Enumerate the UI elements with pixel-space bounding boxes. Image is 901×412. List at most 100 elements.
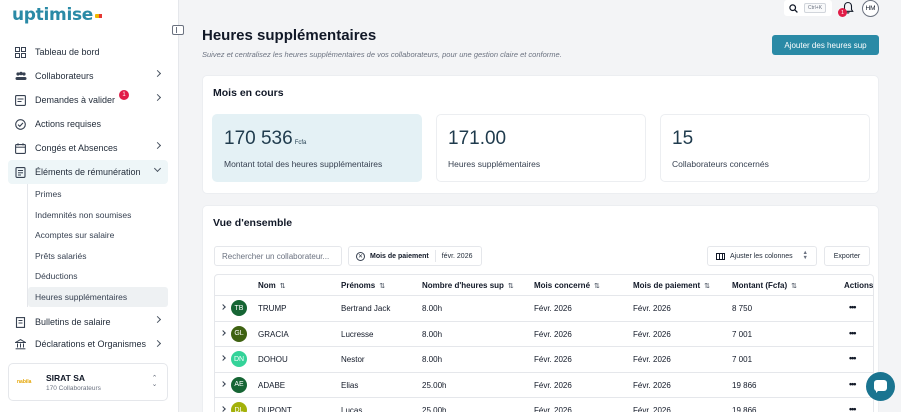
sidebar-item-label: Collaborateurs [35,71,94,81]
sidebar-nav: Tableau de bord Collaborateurs Demandes … [8,40,168,354]
column-header-prenoms[interactable]: Prénoms ⇅ [341,281,385,290]
expand-row-icon[interactable] [220,355,226,362]
cell-montant: 19 866 [732,406,757,412]
kpi-amount: 170 536 [224,128,293,149]
row-actions-menu-icon[interactable]: ••• [849,353,857,363]
expand-row-icon[interactable] [220,304,226,310]
chevron-right-icon [153,315,162,324]
submenu-item-acomptes[interactable]: Acomptes sur salaire [28,225,168,246]
sidebar-collapse-icon[interactable] [172,25,184,35]
column-header-actions: Actions [844,281,874,290]
submenu-item-indemnites[interactable]: Indemnités non soumises [28,205,168,226]
kpi-total-amount: 170 536 Fcfa Montant total des heures sup… [212,114,422,182]
cell-montant: 7 001 [732,329,753,339]
overview-card: Vue d'ensemble ✕ Mois de paiement févr. … [202,205,879,412]
table-row[interactable]: TB TRUMP Bertrand Jack 8.00h Févr. 2026 Févr.… [214,296,874,322]
company-name: SIRAT SA [46,373,86,383]
submenu-item-primes[interactable]: Primes [28,184,168,205]
cell-heures: 8.00h [422,355,443,365]
chevron-up-down-icon: ▲ ▼ [802,250,808,261]
kpi-label: Montant total des heures supplémentaires [224,159,383,169]
sidebar-item-demandes[interactable]: Demandes à valider 1 [8,88,168,112]
kpi-employees: 15 Collaborateurs concernés [660,114,870,182]
cell-nom: GRACIA [258,329,289,339]
app-logo[interactable]: uptimise [12,5,103,25]
overtime-table: Nom ⇅ Prénoms ⇅ Nombre d'heures sup ⇅ Mois … [214,274,874,412]
cell-mois: Févr. 2026 [534,380,572,390]
table-row[interactable]: GL GRACIA Lucresse 8.00h Févr. 2026 Févr. 202… [214,321,874,348]
payment-month-filter[interactable]: ✕ Mois de paiement févr. 2026 [348,246,482,266]
sidebar-item-label: Actions requises [35,119,102,129]
avatar: DL [231,402,247,412]
cell-paiement: Févr. 2026 [633,406,671,412]
column-header-mois[interactable]: Mois concerné ⇅ [534,281,600,290]
sidebar-item-label: Bulletins de salaire [35,317,111,327]
sidebar-item-dashboard[interactable]: Tableau de bord [8,40,168,64]
cell-mois: Févr. 2026 [534,406,572,412]
cell-heures: 8.00h [422,304,443,313]
chevron-right-icon [153,339,162,348]
bank-icon [14,338,27,351]
table-row[interactable]: DL DUPONT Lucas 25.00h Févr. 2026 Févr. 2026 1… [214,398,874,412]
chevron-right-icon [153,69,162,78]
submenu-item-deductions[interactable]: Déductions [28,266,168,287]
filter-value: févr. 2026 [441,252,473,260]
column-label: Mois concerné [534,281,591,290]
sidebar-item-conges[interactable]: Congés et Absences [8,136,168,160]
chat-support-button[interactable] [866,372,895,401]
clear-filter-icon[interactable]: ✕ [356,251,365,261]
user-avatar[interactable]: HM [862,0,879,17]
row-actions-menu-icon[interactable]: ••• [849,404,857,412]
sort-icon: ⇅ [594,283,600,290]
row-actions-menu-icon[interactable]: ••• [849,302,857,312]
cell-nom: DUPONT [258,406,292,412]
adjust-columns-label: Ajuster les colonnes [730,252,793,260]
expand-row-icon[interactable] [220,329,226,336]
table-header: Nom ⇅ Prénoms ⇅ Nombre d'heures sup ⇅ Mois … [214,274,874,296]
chat-icon [874,380,887,393]
cell-mois: Févr. 2026 [534,329,572,339]
company-switcher[interactable]: nabila SIRAT SA 170 Collaborateurs ⌃ ⌄ [8,363,168,401]
sidebar-item-label: Tableau de bord [35,47,100,57]
kpi-unit: Fcfa [294,140,307,146]
adjust-columns-button[interactable]: Ajuster les colonnes ▲ ▼ [707,246,817,266]
sidebar-item-label: Déclarations et Organismes [35,339,147,349]
column-header-montant[interactable]: Montant (Fcfa) ⇅ [732,281,797,290]
overview-title: Vue d'ensemble [213,217,293,229]
sidebar: uptimise Tableau de bord Collaborateurs … [0,0,179,412]
sidebar-item-label: Éléments de rémunération [35,167,141,177]
kpi-label: Collaborateurs concernés [672,159,769,169]
export-button[interactable]: Exporter [824,246,870,266]
table-row[interactable]: DN DOHOU Nestor 8.00h Févr. 2026 Févr. 2026 7 … [214,347,874,373]
expand-row-icon[interactable] [220,380,226,387]
sidebar-item-actions[interactable]: Actions requises [8,112,168,136]
sidebar-item-remuneration[interactable]: Éléments de rémunération [8,160,168,184]
search-icon [789,3,798,13]
sidebar-item-collaborateurs[interactable]: Collaborateurs [8,64,168,88]
row-actions-menu-icon[interactable]: ••• [849,379,857,389]
collaborator-search-input[interactable] [214,246,342,266]
cell-paiement: Févr. 2026 [633,304,671,313]
sidebar-item-bulletins[interactable]: Bulletins de salaire [8,310,168,334]
chevron-right-icon [153,93,162,102]
users-icon [14,70,27,83]
add-overtime-button[interactable]: Ajouter des heures sup [772,35,879,55]
cell-prenoms: Bertrand Jack [341,304,391,313]
company-logo: nabila [17,379,39,385]
chevron-right-icon [153,141,162,150]
column-header-nom[interactable]: Nom ⇅ [258,281,286,290]
column-header-paiement[interactable]: Mois de paiement ⇅ [633,281,710,290]
global-search-button[interactable]: Ctrl+K [784,0,832,16]
cell-prenoms: Nestor [341,355,365,365]
column-label: Mois de paiement [633,281,701,290]
submenu-item-heures-sup[interactable]: Heures supplémentaires [28,286,168,307]
inbox-icon [14,94,27,107]
logo-mark-icon [95,14,103,18]
expand-row-icon[interactable] [220,406,226,412]
row-actions-menu-icon[interactable]: ••• [849,328,857,338]
submenu-item-prets[interactable]: Prêts salariés [28,246,168,267]
column-header-heures[interactable]: Nombre d'heures sup ⇅ [422,281,514,290]
sidebar-item-declarations[interactable]: Déclarations et Organismes [8,334,168,354]
table-row[interactable]: AE ADABE Elias 25.00h Févr. 2026 Févr. 2026 19… [214,372,874,399]
keyboard-shortcut: Ctrl+K [804,3,827,13]
